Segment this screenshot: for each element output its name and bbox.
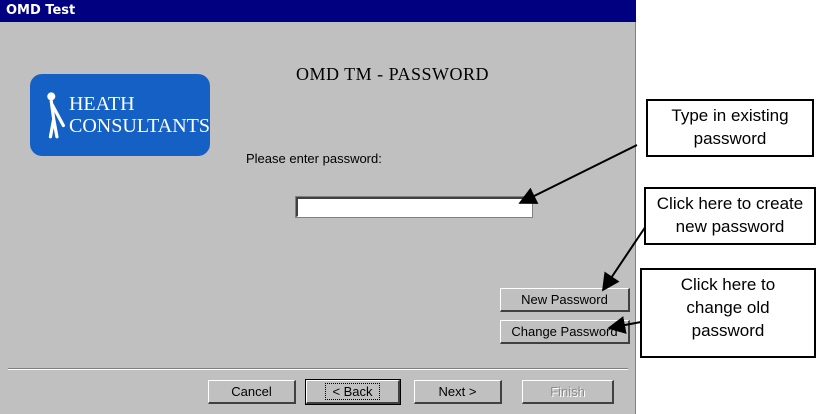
arrow-to-change-password-button bbox=[607, 316, 642, 334]
arrow-to-password-input bbox=[518, 144, 638, 204]
callout-existing-password: Type in existing password bbox=[646, 99, 814, 157]
callout-change-password: Click here to change old password bbox=[640, 268, 816, 358]
callout-create-password: Click here to create new password bbox=[644, 187, 816, 245]
